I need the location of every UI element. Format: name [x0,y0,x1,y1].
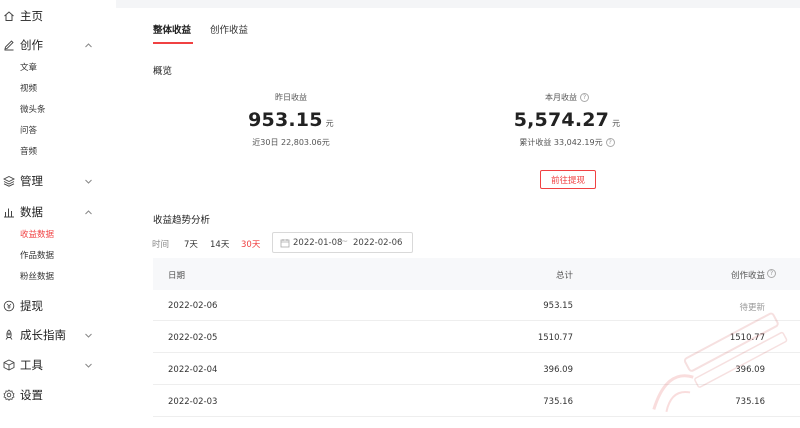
time-range-label: 时间 [152,240,170,250]
sidebar-item-growth[interactable]: 成长指南 [0,324,116,346]
yesterday-earnings-label: 昨日收益 [275,92,307,102]
date-range-picker[interactable]: 2022-01-08 ~ 2022-02-06 [272,232,413,253]
sidebar-item-label: 管理 [20,174,43,188]
table-row: 2022-02-04 396.09 396.09 [153,354,800,385]
sidebar-item-create[interactable]: 创作 [0,34,116,56]
sidebar-sub-audio[interactable]: 音频 [20,143,37,159]
table-row: 2022-02-03 735.16 735.16 [153,386,800,417]
help-icon[interactable]: ? [580,92,589,102]
sidebar-sub-video[interactable]: 视频 [20,80,37,96]
column-header-total: 总计 [555,271,573,281]
coin-icon [3,300,15,312]
date-end[interactable]: 2022-02-06 [353,238,402,248]
sidebar-sub-microheadline[interactable]: 微头条 [20,101,46,117]
sidebar: 主页 创作 文章 视频 微头条 问答 音频 管理 数据 收益数据 作品数据 粉丝… [0,0,116,428]
cell-creation: 735.16 [735,397,765,407]
trend-analysis-title: 收益趋势分析 [153,215,211,226]
cell-date: 2022-02-06 [168,301,218,311]
column-header-date: 日期 [168,271,186,281]
yesterday-earnings-value: 953.15 [248,109,323,131]
month-earnings-stat: 本月收益? 5,574.27 元 累计收益 33,042.19元? [457,90,677,148]
bar-chart-icon [3,206,15,218]
cell-total: 396.09 [543,365,573,375]
sidebar-sub-works-data[interactable]: 作品数据 [20,247,54,263]
sidebar-sub-earnings[interactable]: 收益数据 [20,226,54,242]
sidebar-item-settings[interactable]: 设置 [0,384,116,406]
cell-creation: 396.09 [735,365,765,375]
cell-date: 2022-02-03 [168,397,218,407]
sidebar-item-label: 成长指南 [20,328,66,342]
currency-unit: 元 [325,119,334,128]
sidebar-sub-qa[interactable]: 问答 [20,122,37,138]
cell-creation: 待更新 [739,303,765,313]
help-icon[interactable]: ? [605,138,615,147]
overview-title: 概览 [153,66,173,77]
table-header: 日期 总计 创作收益 ? [153,258,800,290]
sidebar-item-home[interactable]: 主页 [0,5,116,27]
month-earnings-value: 5,574.27 [513,109,610,131]
table-row: 2022-02-06 953.15 待更新 [153,290,800,321]
range-30-days[interactable]: 30天 [241,238,260,250]
go-withdraw-button[interactable]: 前往提现 [540,170,596,189]
sidebar-item-label: 设置 [20,388,43,402]
calendar-icon [280,239,290,248]
month-earnings-label: 本月收益 [545,92,577,102]
sidebar-item-label: 创作 [20,38,43,52]
sidebar-item-data[interactable]: 数据 [0,201,116,223]
chevron-down-icon [85,179,92,184]
sidebar-item-label: 数据 [20,205,43,219]
cell-total: 953.15 [543,301,573,311]
chevron-up-icon [85,209,92,214]
tab-creation-earnings[interactable]: 创作收益 [210,22,248,36]
sidebar-item-tools[interactable]: 工具 [0,354,116,376]
sidebar-sub-fans-data[interactable]: 粉丝数据 [20,268,54,284]
table-row: 2022-02-05 1510.77 1510.77 [153,322,800,353]
sidebar-item-withdraw[interactable]: 提现 [0,295,116,317]
column-header-creation: 创作收益 [730,271,765,281]
sidebar-item-manage[interactable]: 管理 [0,170,116,192]
help-icon[interactable]: ? [767,269,776,278]
gear-icon [3,389,15,401]
last-30-days-earnings: 近30日 22,803.06元 [252,138,330,147]
range-14-days[interactable]: 14天 [210,238,229,250]
main-panel: 整体收益 创作收益 概览 昨日收益 953.15 元 近30日 22,803.06… [116,8,800,428]
range-7-days[interactable]: 7天 [184,238,198,250]
edit-icon [3,39,15,51]
cell-date: 2022-02-05 [168,333,218,343]
active-tab-indicator [153,42,193,44]
yesterday-earnings-stat: 昨日收益 953.15 元 近30日 22,803.06元 [181,90,401,148]
cell-date: 2022-02-04 [168,365,218,375]
sidebar-item-label: 主页 [20,9,43,23]
cumulative-earnings: 累计收益 33,042.19元 [519,138,603,147]
tab-overall-earnings[interactable]: 整体收益 [153,22,191,36]
chevron-down-icon [85,333,92,338]
layers-icon [3,175,15,187]
date-start[interactable]: 2022-01-08 [293,238,342,248]
cell-total: 1510.77 [537,333,573,343]
sidebar-item-label: 提现 [20,299,43,313]
date-separator: ~ [341,237,349,247]
rocket-icon [3,329,15,341]
chevron-up-icon [85,42,92,47]
sidebar-sub-article[interactable]: 文章 [20,59,37,75]
home-icon [3,10,15,22]
cell-total: 735.16 [543,397,573,407]
currency-unit: 元 [612,119,621,128]
box-icon [3,359,15,371]
sidebar-item-label: 工具 [20,358,43,372]
chevron-down-icon [85,363,92,368]
cell-creation: 1510.77 [729,333,765,343]
